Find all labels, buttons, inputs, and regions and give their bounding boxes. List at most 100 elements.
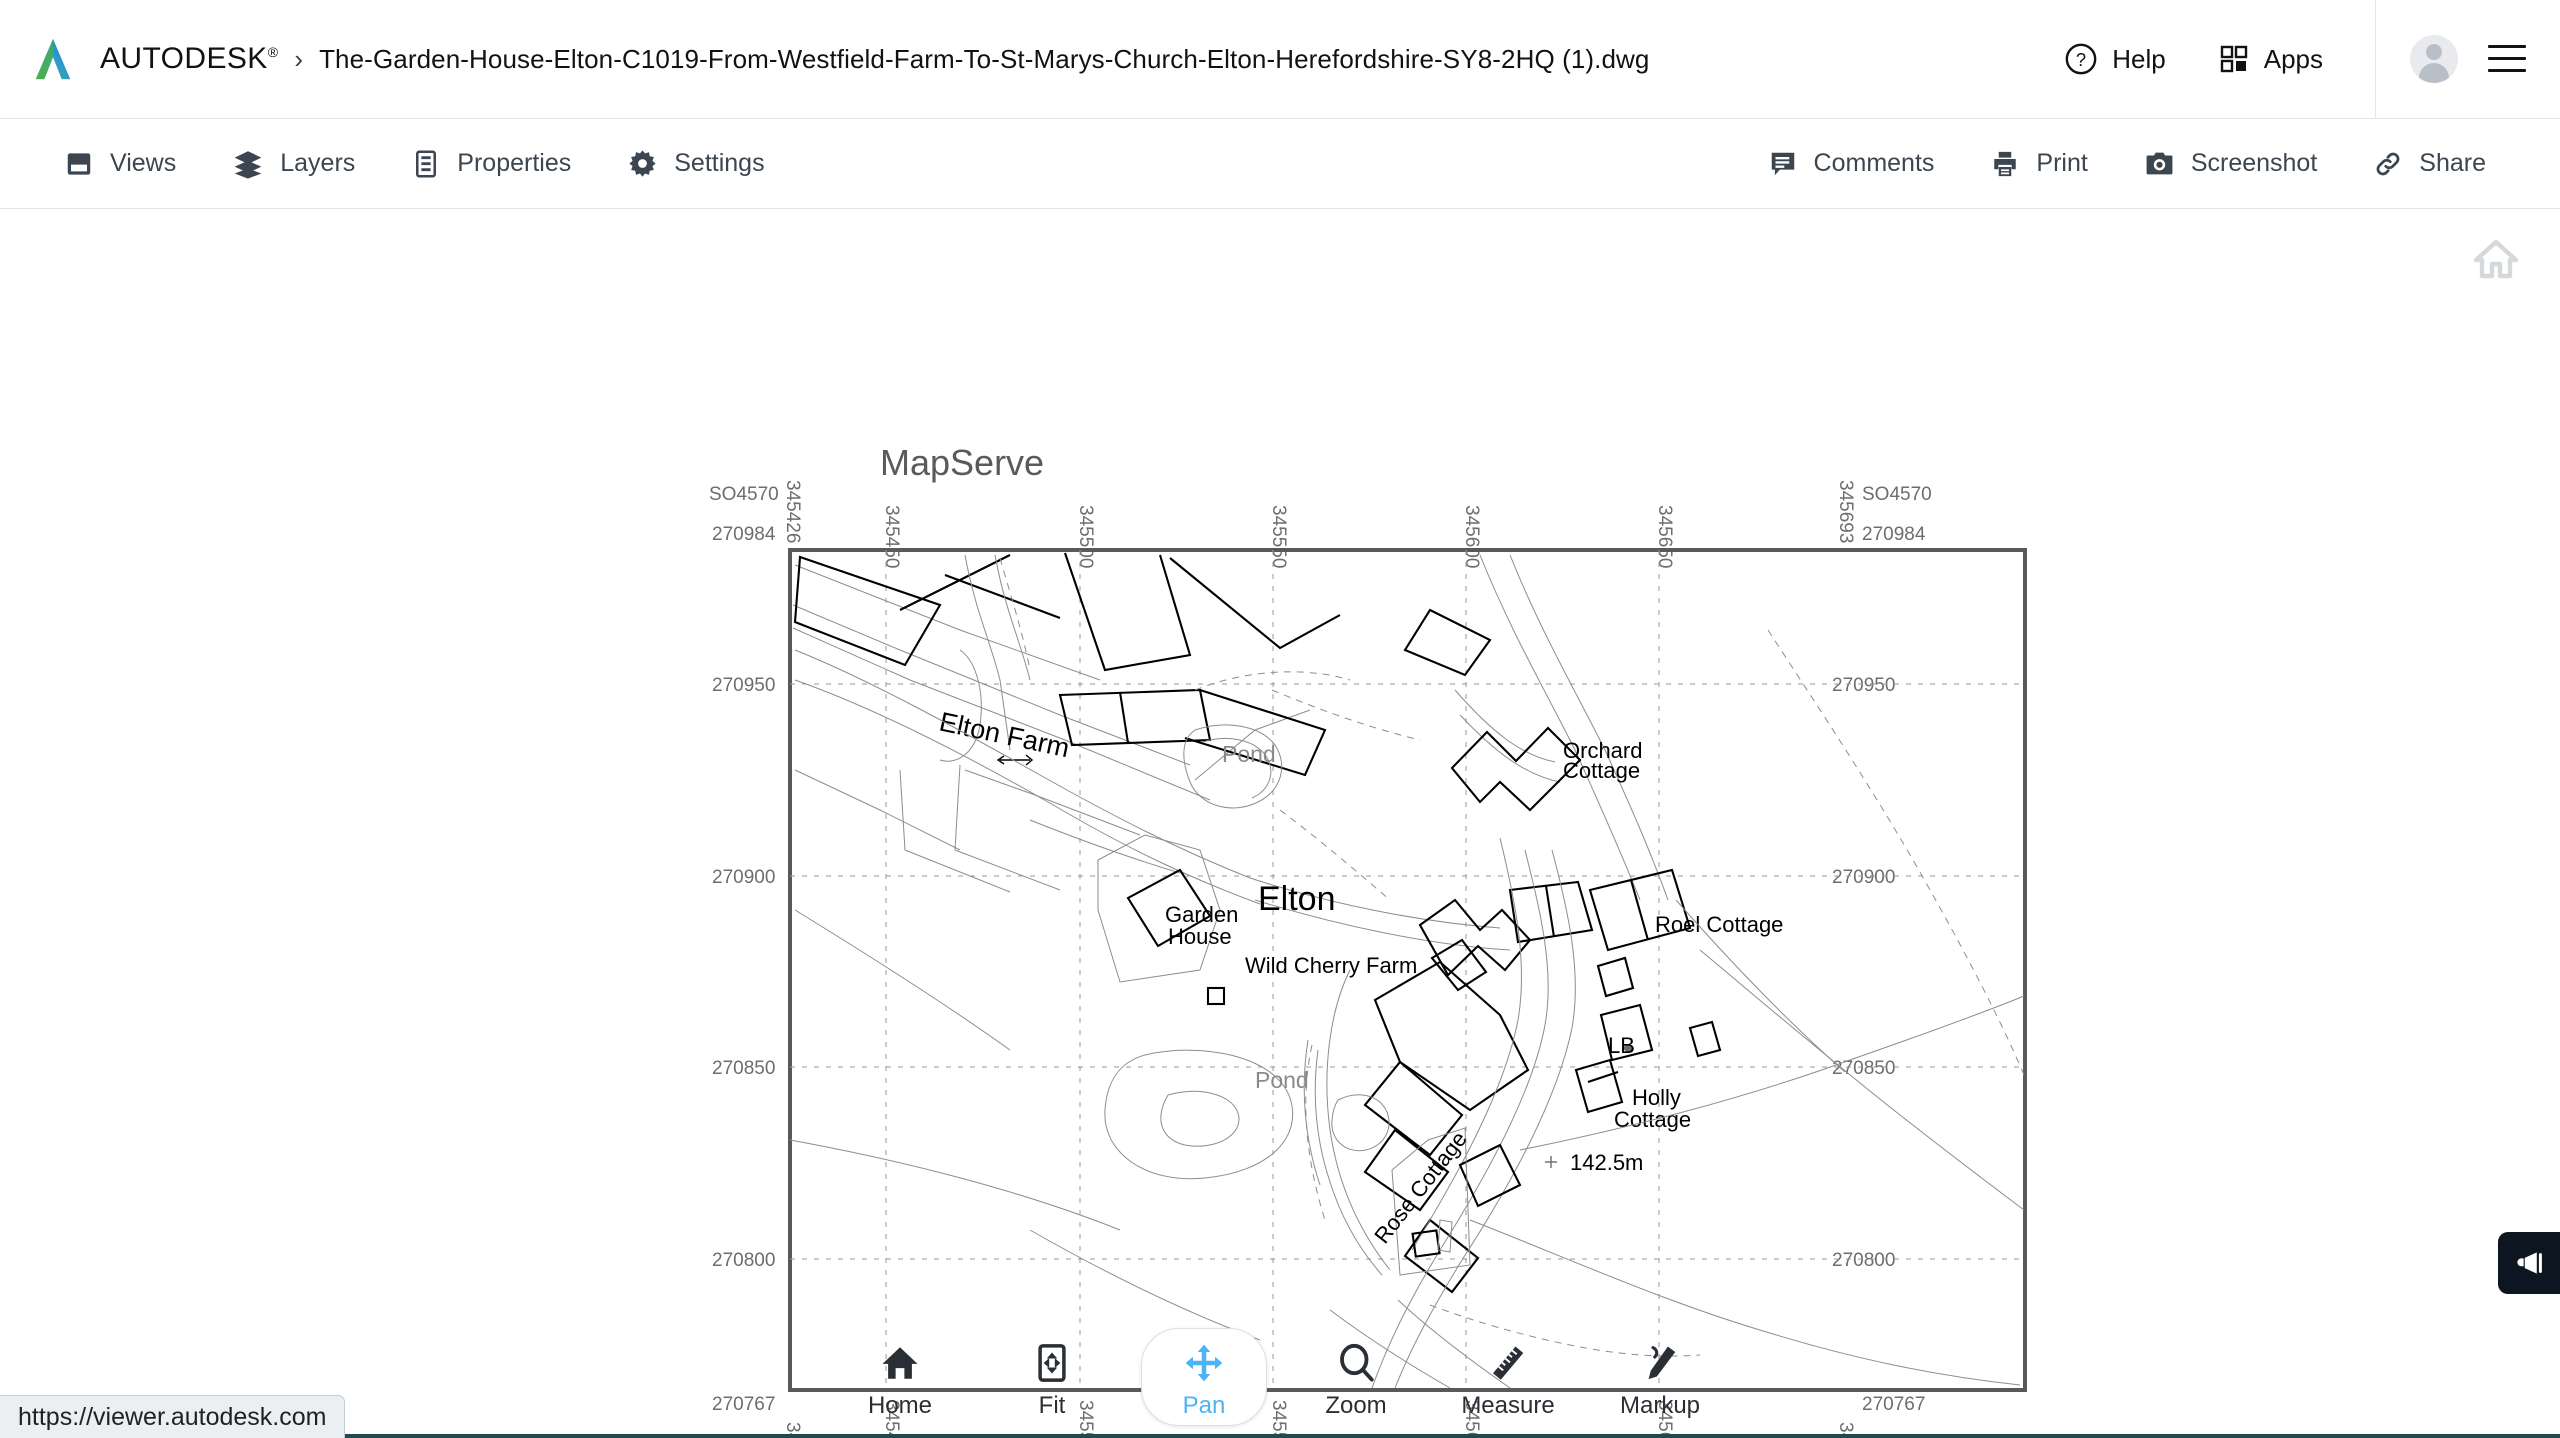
settings-button[interactable]: Settings xyxy=(599,136,792,192)
screenshot-button[interactable]: Screenshot xyxy=(2116,136,2345,192)
northing-tick-left: 270800 xyxy=(712,1250,775,1271)
brand-autodesk: AUTODESK xyxy=(100,42,268,75)
settings-gear-icon xyxy=(629,150,656,177)
svg-text:?: ? xyxy=(2076,49,2086,70)
megaphone-icon xyxy=(2517,1252,2542,1274)
easting-tick-top: 345426 xyxy=(782,480,803,543)
announcements-button[interactable] xyxy=(2498,1232,2560,1294)
northing-tick-right: 270950 xyxy=(1832,675,1895,696)
small-structure xyxy=(1206,986,1226,1006)
northing-top-right: 270984 xyxy=(1862,524,1926,545)
print-button[interactable]: Print xyxy=(1962,136,2115,192)
tool-zoom[interactable]: Zoom xyxy=(1280,1320,1432,1432)
easting-tick-top: 345500 xyxy=(1075,505,1096,568)
tool-measure[interactable]: Measure xyxy=(1432,1320,1584,1432)
tool-zoom-label: Zoom xyxy=(1325,1392,1387,1419)
avatar[interactable] xyxy=(2410,35,2458,83)
apps-label: Apps xyxy=(2263,43,2323,74)
tool-fit[interactable]: Fit xyxy=(976,1320,1128,1432)
northing-tick-right: 270800 xyxy=(1832,1250,1895,1271)
secondary-toolbar: Views Layers Properties Settings Comment… xyxy=(0,119,2560,209)
grid-ref-top-left: SO4570 xyxy=(709,484,779,505)
ruler-icon xyxy=(1487,1332,1529,1384)
northing-bottom-right: 270767 xyxy=(1862,1394,1925,1415)
map-label-lb: LB xyxy=(1608,1033,1635,1058)
buildings-upper xyxy=(793,552,1492,777)
drawing-title: MapServe xyxy=(880,442,1044,483)
properties-label: Properties xyxy=(457,149,572,177)
autodesk-viewer-page: AUTODESK® VIEWER › The-Garden-House-Elto… xyxy=(0,0,2560,1438)
magnifier-icon xyxy=(1335,1332,1377,1384)
toolbar-left-group: Views Layers Properties Settings xyxy=(0,136,793,192)
hamburger-menu-icon[interactable] xyxy=(2488,45,2526,73)
easting-tick-top: 345693 xyxy=(1835,480,1856,543)
tool-measure-label: Measure xyxy=(1461,1392,1555,1419)
status-url: https://viewer.autodesk.com xyxy=(18,1402,327,1431)
document-filename: The-Garden-House-Elton-C1019-From-Westfi… xyxy=(319,43,1650,74)
field-boundaries-mid xyxy=(794,649,1511,951)
comments-label: Comments xyxy=(1813,149,1935,177)
pan-icon xyxy=(1183,1332,1225,1384)
pencil-icon xyxy=(1639,1332,1681,1384)
fit-icon xyxy=(1031,1332,1073,1384)
easting-tick-top: 345650 xyxy=(1654,505,1675,568)
map-label-cottage-holly: Cottage xyxy=(1614,1107,1691,1132)
northing-top-left: 270984 xyxy=(712,524,776,545)
apps-button[interactable]: Apps xyxy=(2192,0,2349,118)
northing-bottom-left: 270767 xyxy=(712,1394,775,1415)
viewer-canvas[interactable]: .mt { font-family: "Liberation Sans", sa… xyxy=(0,210,2560,1438)
tool-fit-label: Fit xyxy=(1038,1392,1066,1419)
map-label-cottage-orchard: Cottage xyxy=(1563,758,1640,783)
tool-pan-label: Pan xyxy=(1182,1392,1226,1419)
map-label-wild-cherry-farm: Wild Cherry Farm xyxy=(1245,953,1417,978)
home-icon xyxy=(879,1332,921,1384)
help-circle-icon: ? xyxy=(2065,43,2097,75)
help-button[interactable]: ? Help xyxy=(2038,0,2191,118)
dwg-drawing: .mt { font-family: "Liberation Sans", sa… xyxy=(709,442,2027,1438)
share-label: Share xyxy=(2419,149,2486,177)
grid-ref-top-right: SO4570 xyxy=(1862,484,1932,505)
layers-button[interactable]: Layers xyxy=(204,136,383,192)
map-label-spot-height: 142.5m xyxy=(1570,1150,1643,1175)
brand-title[interactable]: AUTODESK® VIEWER xyxy=(0,42,2560,1438)
northing-tick-left: 270950 xyxy=(712,675,775,696)
upper-dashed-boundaries xyxy=(999,557,1421,901)
toolbar-right-group: Comments Print Screenshot Share xyxy=(1740,136,2560,192)
layers-icon xyxy=(234,150,262,179)
viewer-bottom-toolbar: Home Fit Pan Zoom Measure Markup xyxy=(824,1320,1736,1438)
header-actions: ? Help Apps xyxy=(2038,0,2560,119)
brand-area: AUTODESK® VIEWER › The-Garden-House-Elto… xyxy=(0,36,2560,1438)
tool-home[interactable]: Home xyxy=(824,1320,976,1432)
northing-tick-left: 270900 xyxy=(712,867,775,888)
screenshot-label: Screenshot xyxy=(2190,149,2318,177)
layers-label: Layers xyxy=(280,149,356,177)
printer-icon xyxy=(1994,151,2017,176)
print-label: Print xyxy=(2036,149,2088,177)
easting-tick-top: 345550 xyxy=(1268,505,1289,568)
properties-button[interactable]: Properties xyxy=(383,136,599,192)
link-icon xyxy=(2376,152,2400,175)
viewcube-home-button[interactable] xyxy=(2468,232,2524,288)
field-boundaries-lower xyxy=(790,769,2025,1389)
browser-status-bar: https://viewer.autodesk.com xyxy=(0,1395,346,1438)
comments-button[interactable]: Comments xyxy=(1740,136,1963,192)
share-button[interactable]: Share xyxy=(2345,136,2514,192)
views-label: Views xyxy=(110,149,177,177)
map-label-roel-cottage: Roel Cottage xyxy=(1655,912,1783,937)
views-button[interactable]: Views xyxy=(36,136,204,192)
tool-pan[interactable]: Pan xyxy=(1128,1320,1280,1432)
easting-tick-top: 345600 xyxy=(1461,505,1482,568)
breadcrumb-separator: › xyxy=(294,43,304,74)
apps-grid-icon xyxy=(2220,45,2247,73)
tool-markup[interactable]: Markup xyxy=(1584,1320,1736,1432)
map-label-house: House xyxy=(1168,924,1232,949)
brand-registered-mark: ® xyxy=(267,44,279,60)
tool-markup-label: Markup xyxy=(1619,1392,1701,1419)
help-label: Help xyxy=(2112,43,2166,74)
map-label-pond-lower: Pond xyxy=(1255,1067,1309,1093)
header-divider xyxy=(2375,0,2376,119)
comment-icon xyxy=(1771,152,1794,175)
northing-tick-right: 270900 xyxy=(1832,867,1895,888)
easting-tick-top: 345450 xyxy=(881,505,902,568)
road-network xyxy=(939,554,1669,901)
